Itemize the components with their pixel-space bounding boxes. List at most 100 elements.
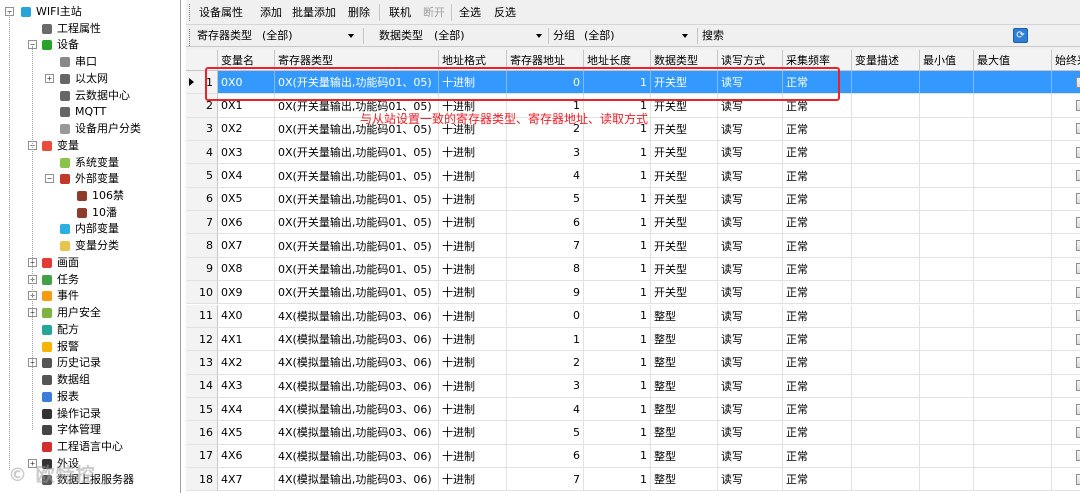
table-cell[interactable]	[852, 374, 920, 398]
always-collect-checkbox[interactable]	[1076, 170, 1080, 182]
table-cell[interactable]: 8	[507, 257, 584, 282]
table-cell[interactable]	[974, 304, 1052, 328]
table-cell[interactable]	[974, 351, 1052, 375]
table-cell[interactable]	[974, 327, 1052, 352]
table-row[interactable]: 17 4X6 4X(模拟量输出,功能码03、06) 十进制 6 1 整型 读写 正常	[186, 444, 1080, 468]
table-cell[interactable]: 4X6	[218, 444, 275, 468]
table-cell[interactable]: 读写	[718, 421, 783, 445]
table-cell[interactable]: 整型	[651, 444, 718, 468]
batch-add-button[interactable]: 批量添加	[292, 5, 336, 21]
table-cell[interactable]: 4X5	[218, 421, 275, 445]
table-cell[interactable]: 7	[507, 234, 584, 258]
table-row[interactable]: 6 0X5 0X(开关量输出,功能码01、05) 十进制 5 1 开关型 读写 正常	[186, 187, 1080, 212]
table-cell[interactable]: 正常	[783, 397, 852, 422]
table-cell[interactable]: 正常	[783, 304, 852, 328]
row-header[interactable]: 11	[186, 304, 218, 328]
always-collect-cell[interactable]	[1052, 258, 1080, 282]
always-collect-cell[interactable]	[1052, 71, 1080, 95]
always-collect-checkbox[interactable]	[1076, 123, 1080, 135]
tree-item-report[interactable]: 报表	[0, 389, 180, 405]
table-cell[interactable]: 读写	[718, 187, 783, 212]
always-collect-checkbox[interactable]	[1076, 240, 1080, 252]
table-cell[interactable]: 正常	[783, 141, 852, 165]
always-collect-checkbox[interactable]	[1076, 216, 1080, 228]
always-collect-cell[interactable]	[1052, 94, 1080, 118]
table-cell[interactable]: 0X2	[218, 117, 275, 142]
table-cell[interactable]: 4X1	[218, 327, 275, 352]
table-cell[interactable]: 整型	[651, 374, 718, 398]
tree-item-tag[interactable]: 10潘	[0, 205, 180, 221]
table-cell[interactable]: 开关型	[651, 234, 718, 258]
tree-item-cloud[interactable]: 云数据中心	[0, 88, 180, 104]
table-cell[interactable]	[920, 94, 974, 118]
table-cell[interactable]	[920, 351, 974, 375]
row-header[interactable]: 14	[186, 374, 218, 398]
table-cell[interactable]: 5	[507, 187, 584, 212]
table-cell[interactable]	[920, 374, 974, 398]
add-button[interactable]: 添加	[260, 5, 282, 21]
table-cell[interactable]: 1	[584, 421, 651, 445]
table-cell[interactable]: 读写	[718, 304, 783, 328]
table-cell[interactable]	[974, 257, 1052, 282]
table-cell[interactable]: 读写	[718, 164, 783, 188]
row-header[interactable]: 18	[186, 467, 218, 492]
table-cell[interactable]: 1	[584, 281, 651, 305]
table-cell[interactable]: 正常	[783, 327, 852, 352]
table-cell[interactable]: 读写	[718, 257, 783, 282]
table-cell[interactable]: 4X(模拟量输出,功能码03、06)	[275, 327, 439, 352]
always-collect-cell[interactable]	[1052, 351, 1080, 375]
table-cell[interactable]: 正常	[783, 374, 852, 398]
tree-item-external-variable[interactable]: − 外部变量	[0, 171, 180, 187]
table-cell[interactable]: 十进制	[439, 187, 507, 212]
always-collect-cell[interactable]	[1052, 211, 1080, 235]
refresh-icon[interactable]: ⟳	[1013, 28, 1028, 43]
table-cell[interactable]	[852, 164, 920, 188]
delete-button[interactable]: 删除	[348, 5, 370, 21]
table-cell[interactable]	[974, 234, 1052, 258]
always-collect-checkbox[interactable]	[1076, 263, 1080, 275]
table-cell[interactable]	[852, 117, 920, 142]
connect-button[interactable]: 联机	[389, 5, 411, 21]
table-cell[interactable]	[920, 397, 974, 422]
table-cell[interactable]	[974, 374, 1052, 398]
tree-item-operation-log[interactable]: 操作记录	[0, 406, 180, 422]
table-cell[interactable]: 读写	[718, 141, 783, 165]
table-cell[interactable]	[974, 71, 1052, 95]
table-cell[interactable]: 正常	[783, 164, 852, 188]
always-collect-checkbox[interactable]	[1076, 356, 1080, 368]
table-cell[interactable]: 4X(模拟量输出,功能码03、06)	[275, 421, 439, 445]
table-cell[interactable]: 开关型	[651, 164, 718, 188]
table-row[interactable]: 12 4X1 4X(模拟量输出,功能码03、06) 十进制 1 1 整型 读写 正常	[186, 327, 1080, 352]
table-cell[interactable]: 1	[584, 141, 651, 165]
table-cell[interactable]: 6	[507, 444, 584, 468]
tree-item-event[interactable]: + 事件	[0, 288, 180, 304]
table-cell[interactable]	[974, 444, 1052, 468]
table-cell[interactable]: 十进制	[439, 444, 507, 468]
table-row[interactable]: 15 4X4 4X(模拟量输出,功能码03、06) 十进制 4 1 整型 读写 正常	[186, 397, 1080, 422]
table-cell[interactable]: 1	[584, 234, 651, 258]
table-cell[interactable]: 0X7	[218, 234, 275, 258]
tree-item-internal-variable[interactable]: 内部变量	[0, 221, 180, 237]
table-cell[interactable]: 0X(开关量输出,功能码01、05)	[275, 234, 439, 258]
tree-item-network[interactable]: − WIFI主站	[0, 4, 180, 20]
table-cell[interactable]: 0X(开关量输出,功能码01、05)	[275, 164, 439, 188]
table-cell[interactable]: 整型	[651, 351, 718, 375]
always-collect-cell[interactable]	[1052, 398, 1080, 422]
always-collect-checkbox[interactable]	[1076, 426, 1080, 438]
table-cell[interactable]	[852, 397, 920, 422]
table-cell[interactable]: 读写	[718, 397, 783, 422]
always-collect-checkbox[interactable]	[1076, 146, 1080, 158]
always-collect-cell[interactable]	[1052, 141, 1080, 165]
tree-item-user-category[interactable]: 设备用户分类	[0, 121, 180, 137]
table-cell[interactable]: 1	[584, 467, 651, 492]
select-all-button[interactable]: 全选	[459, 5, 481, 21]
always-collect-cell[interactable]	[1052, 281, 1080, 305]
table-cell[interactable]: 3	[507, 374, 584, 398]
table-cell[interactable]	[852, 257, 920, 282]
always-collect-cell[interactable]	[1052, 328, 1080, 352]
table-cell[interactable]: 1	[584, 187, 651, 212]
tree-item-alarm-bell[interactable]: 报警	[0, 339, 180, 355]
tree-item-font[interactable]: 字体管理	[0, 422, 180, 438]
filterbar-grip[interactable]	[189, 29, 192, 46]
table-row[interactable]: 10 0X9 0X(开关量输出,功能码01、05) 十进制 9 1 开关型 读写 正常	[186, 281, 1080, 305]
